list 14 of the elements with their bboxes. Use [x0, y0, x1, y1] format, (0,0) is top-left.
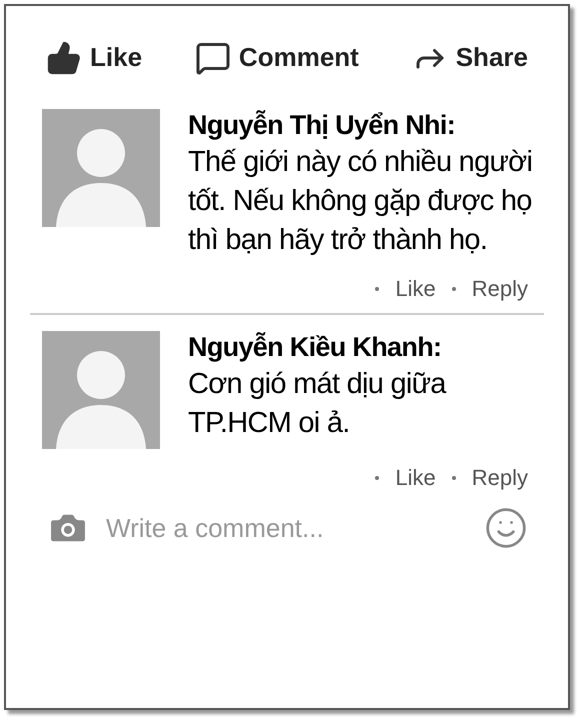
comment-text: Cơn gió mát dịu giữa TP.HCM oi ả. [188, 366, 448, 442]
share-action-button[interactable]: Share [412, 38, 528, 77]
comment-input-field[interactable]: Write a comment... [106, 508, 468, 548]
comment-link[interactable]: Reply [472, 461, 528, 494]
thumbs-up-icon [46, 40, 82, 76]
author-name: Nguyễn Thị Uyển Nhi: [188, 109, 456, 142]
comment-link[interactable]: Like [395, 461, 436, 494]
comment-action-button[interactable]: Comment [194, 38, 359, 77]
author-name: Nguyễn Kiều Khanh: [188, 331, 442, 364]
smiley-icon[interactable] [484, 506, 528, 550]
comment-link[interactable]: Like [395, 272, 436, 306]
comment-link[interactable]: Reply [472, 272, 528, 306]
like-action-button[interactable]: Like [46, 38, 142, 77]
comment-text: Thế giới này có nhiều người tốt. Nếu không gặp được họ thì bạn hãy trở thành họ. [188, 144, 534, 258]
